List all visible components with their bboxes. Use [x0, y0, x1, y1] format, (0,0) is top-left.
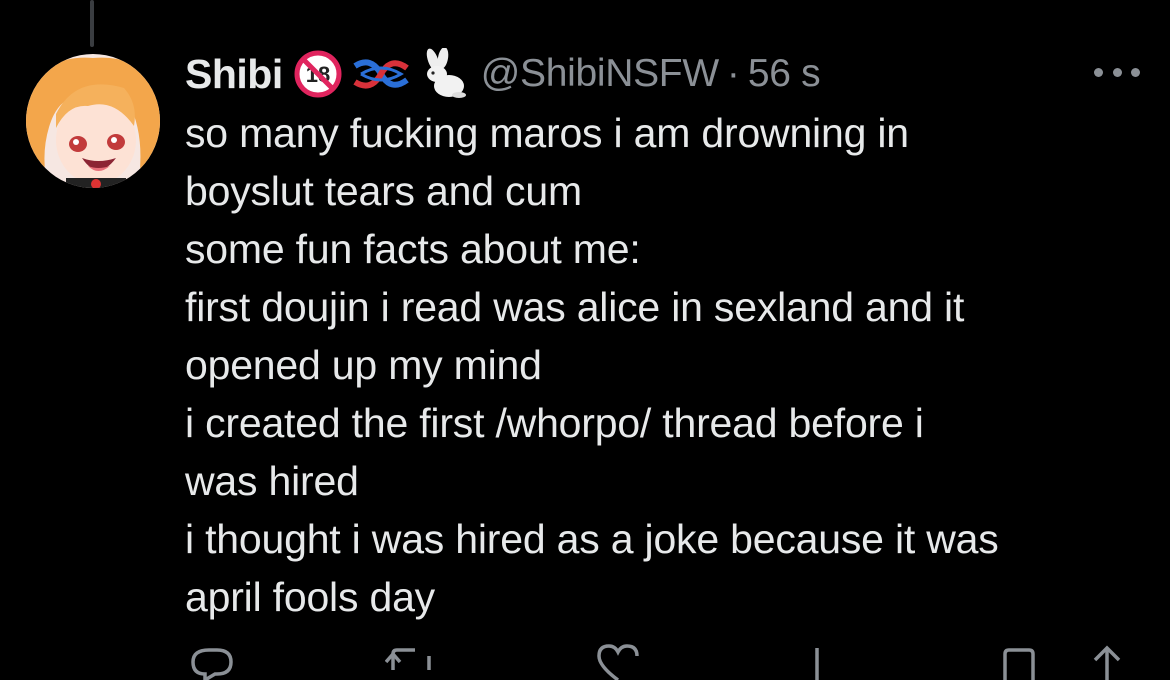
more-dot	[1131, 67, 1140, 77]
more-dot	[1112, 67, 1122, 77]
rabbit-icon	[419, 48, 467, 100]
tweet-text-line: opened up my mind	[185, 342, 542, 388]
tweet-text-line: so many fucking maros i am drowning in	[185, 110, 909, 156]
tweet-actions-bar	[185, 640, 1125, 680]
thread-connector-line	[90, 0, 94, 47]
share-icon[interactable]	[1087, 640, 1127, 680]
avatar[interactable]	[26, 54, 160, 188]
bookmark-icon[interactable]	[997, 640, 1041, 680]
avatar-image	[26, 54, 160, 188]
views-icon[interactable]	[797, 640, 837, 680]
separator-dot: ·	[726, 52, 740, 95]
tweet-text-line: boyslut tears and cum	[185, 168, 582, 214]
more-dot	[1094, 67, 1103, 77]
user-handle[interactable]: @ShibiNSFW	[481, 52, 719, 96]
tweet-text-line: april fools day	[185, 574, 435, 620]
timestamp[interactable]: 56 s	[748, 52, 821, 96]
rope-knot-icon	[353, 54, 409, 94]
tweet-text-line: first doujin i read was alice in sexland…	[185, 284, 965, 330]
more-options-icon[interactable]	[1094, 52, 1140, 92]
tweet-text-line: i created the first /whorpo/ thread befo…	[185, 400, 924, 446]
like-icon[interactable]	[593, 640, 643, 680]
tweet-text-line: some fun facts about me:	[185, 226, 641, 272]
tweet-text-line: i thought i was hired as a joke because …	[185, 516, 999, 562]
no-under-18-icon: 18	[293, 49, 343, 99]
display-name[interactable]: Shibi	[185, 51, 283, 98]
reply-icon[interactable]	[187, 640, 237, 680]
tweet-text: so many fucking maros i am drowning in b…	[185, 104, 1145, 626]
tweet-text-line: was hired	[185, 458, 359, 504]
tweet-header: Shibi 18 @ShibiNSFW · 56 s	[185, 44, 821, 104]
retweet-icon[interactable]	[385, 640, 437, 680]
